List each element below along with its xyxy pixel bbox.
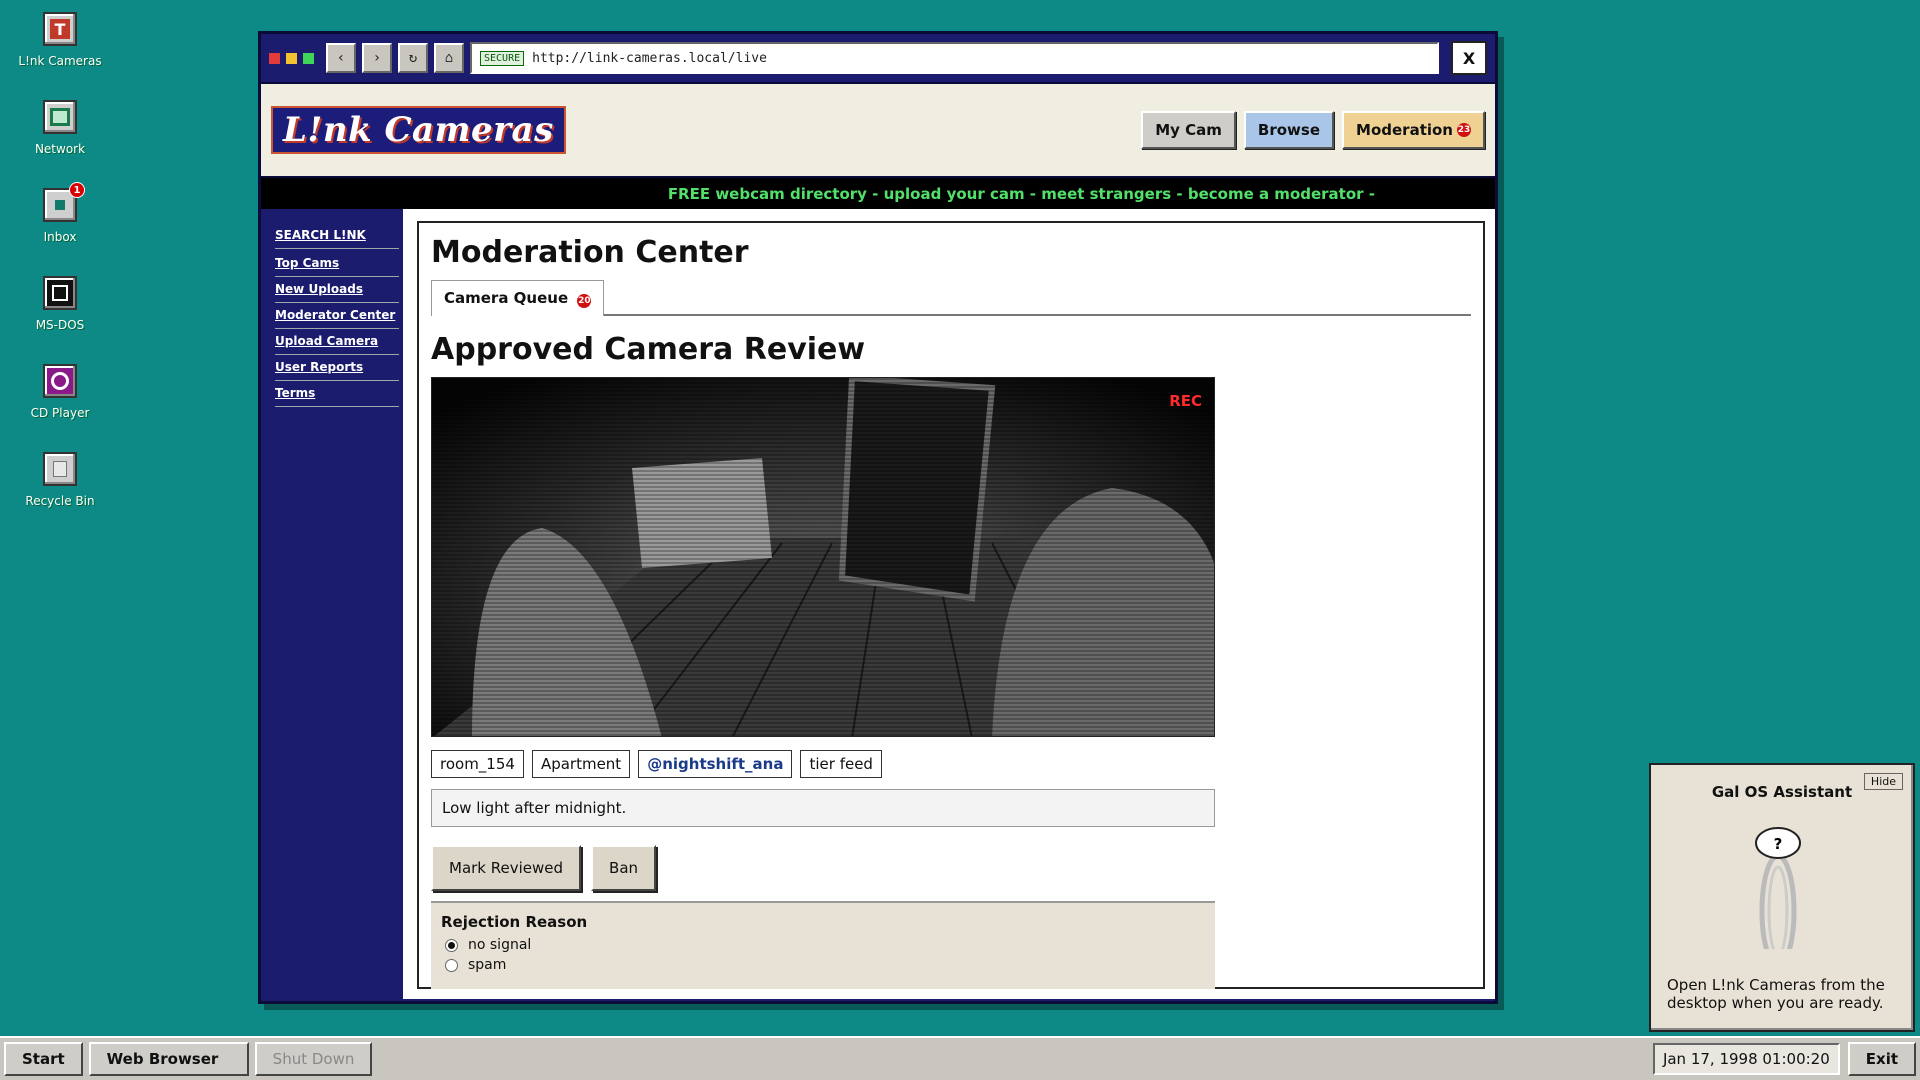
reload-icon: ↻ bbox=[408, 50, 418, 66]
taskbar: Start Web Browser Shut Down Jan 17, 1998… bbox=[0, 1036, 1920, 1080]
desktop-icon-label: Inbox bbox=[43, 230, 77, 244]
maximize-dot[interactable] bbox=[303, 52, 314, 64]
sidebar-item-new-uploads[interactable]: New Uploads bbox=[275, 277, 399, 303]
close-dot[interactable] bbox=[269, 52, 280, 64]
assistant-panel: Hide Gal OS Assistant ? Open L!nk Camera… bbox=[1649, 763, 1915, 1032]
browser-window: ‹ › ↻ ⌂ SECURE http://link-cameras.local… bbox=[258, 31, 1498, 1004]
inbox-badge: 1 bbox=[69, 182, 85, 198]
camera-tags: room_154 Apartment @nightshift_ana tier … bbox=[431, 750, 1471, 778]
tab-label: Camera Queue bbox=[444, 289, 569, 307]
moderation-label: Moderation bbox=[1356, 121, 1453, 139]
tab-camera-queue[interactable]: Camera Queue 20 bbox=[431, 280, 605, 316]
minimize-dot[interactable] bbox=[286, 52, 297, 64]
taskbar-web-browser[interactable]: Web Browser bbox=[88, 1042, 249, 1076]
msdos-icon bbox=[43, 276, 77, 310]
back-icon: ‹ bbox=[336, 50, 346, 66]
reason-option-no-signal[interactable]: no signal bbox=[445, 937, 1205, 953]
desktop-icon-label: MS-DOS bbox=[35, 318, 85, 332]
radio-button[interactable] bbox=[445, 958, 458, 972]
radio-selected-dot bbox=[448, 941, 455, 949]
link-cameras-icon: T bbox=[43, 12, 77, 46]
assistant-paperclip-icon: ? bbox=[1755, 827, 1801, 949]
site-logo[interactable]: L!nk Cameras bbox=[271, 106, 566, 154]
reason-option-spam[interactable]: spam bbox=[445, 957, 1205, 973]
sidebar-item-search[interactable]: SEARCH L!NK bbox=[275, 223, 399, 249]
site-nav: My Cam Browse Moderation 23 bbox=[1141, 111, 1485, 149]
shut-down-button[interactable]: Shut Down bbox=[254, 1042, 373, 1076]
rejection-reason-title: Rejection Reason bbox=[441, 913, 588, 931]
camera-feed-image bbox=[432, 378, 1214, 736]
moderation-panel: Moderation Center Camera Queue 20 Approv… bbox=[417, 221, 1485, 989]
forward-button[interactable]: › bbox=[362, 43, 392, 73]
tag-category: Apartment bbox=[531, 750, 631, 778]
main-content: Moderation Center Camera Queue 20 Approv… bbox=[403, 209, 1495, 999]
desktop-icon-network[interactable]: Network bbox=[0, 100, 120, 188]
sidebar-item-moderator-center[interactable]: Moderator Center bbox=[275, 303, 399, 329]
url-text[interactable]: http://link-cameras.local/live bbox=[532, 51, 767, 66]
reload-button[interactable]: ↻ bbox=[398, 43, 428, 73]
camera-feed: REC bbox=[431, 377, 1215, 737]
desktop-icon-label: Network bbox=[34, 142, 86, 156]
queue-count-badge: 20 bbox=[577, 294, 592, 308]
radio-button[interactable] bbox=[445, 938, 458, 952]
address-bar[interactable]: SECURE http://link-cameras.local/live bbox=[470, 42, 1439, 74]
window-controls bbox=[269, 52, 314, 64]
cd-player-icon bbox=[43, 364, 77, 398]
assistant-title: Gal OS Assistant bbox=[1711, 783, 1853, 801]
desktop-icon-inbox[interactable]: 1 Inbox bbox=[0, 182, 120, 276]
sidebar: SEARCH L!NK Top Cams New Uploads Moderat… bbox=[261, 209, 403, 999]
marquee-ticker: FREE webcam directory - upload your cam … bbox=[261, 178, 1495, 209]
sidebar-item-top-cams[interactable]: Top Cams bbox=[275, 251, 399, 277]
forward-icon: › bbox=[372, 50, 382, 66]
moderation-button[interactable]: Moderation 23 bbox=[1342, 111, 1485, 149]
desktop-icon-label: L!nk Cameras bbox=[18, 54, 102, 68]
exit-button[interactable]: Exit bbox=[1847, 1042, 1916, 1076]
recycle-bin-icon bbox=[43, 452, 77, 486]
sidebar-item-terms[interactable]: Terms bbox=[275, 381, 399, 407]
mark-reviewed-button[interactable]: Mark Reviewed bbox=[431, 845, 582, 891]
desktop-icon-msdos[interactable]: MS-DOS bbox=[0, 276, 120, 364]
browser-toolbar: ‹ › ↻ ⌂ SECURE http://link-cameras.local… bbox=[261, 34, 1495, 84]
desktop-icon-label: CD Player bbox=[30, 406, 90, 420]
site-header: L!nk Cameras My Cam Browse Moderation 23 bbox=[261, 84, 1495, 178]
tag-user-link[interactable]: @nightshift_ana bbox=[638, 750, 793, 778]
desktop-icon-label: Recycle Bin bbox=[25, 494, 95, 508]
ban-button[interactable]: Ban bbox=[591, 845, 657, 891]
tag-room: room_154 bbox=[431, 750, 524, 778]
sidebar-item-upload-camera[interactable]: Upload Camera bbox=[275, 329, 399, 355]
section-title: Approved Camera Review bbox=[431, 332, 866, 367]
review-actions: Mark Reviewed Ban bbox=[431, 845, 1471, 891]
back-button[interactable]: ‹ bbox=[326, 43, 356, 73]
assistant-bubble-text: ? bbox=[1774, 835, 1783, 853]
browser-close-button[interactable]: X bbox=[1451, 41, 1487, 75]
desktop-icon-cd-player[interactable]: CD Player bbox=[0, 364, 120, 452]
desktop-icon-link-cameras[interactable]: T L!nk Cameras bbox=[0, 12, 120, 100]
rejection-reason-box: Rejection Reason no signal spam bbox=[431, 901, 1215, 989]
reason-label: no signal bbox=[468, 937, 532, 953]
home-button[interactable]: ⌂ bbox=[434, 43, 464, 73]
sidebar-item-user-reports[interactable]: User Reports bbox=[275, 355, 399, 381]
desktop-icon-recycle-bin[interactable]: Recycle Bin bbox=[0, 452, 120, 540]
moderation-count-badge: 23 bbox=[1457, 123, 1471, 137]
home-icon: ⌂ bbox=[444, 50, 454, 66]
rec-indicator: REC bbox=[1169, 392, 1202, 410]
network-icon bbox=[43, 100, 77, 134]
my-cam-button[interactable]: My Cam bbox=[1141, 111, 1236, 149]
page-title: Moderation Center bbox=[431, 235, 749, 270]
camera-description: Low light after midnight. bbox=[431, 789, 1215, 827]
tag-tier: tier feed bbox=[800, 750, 882, 778]
assistant-message: Open L!nk Cameras from the desktop when … bbox=[1667, 976, 1885, 1012]
inbox-icon: 1 bbox=[43, 182, 85, 222]
reason-label: spam bbox=[468, 957, 507, 973]
tab-bar: Camera Queue 20 bbox=[431, 278, 1471, 316]
taskbar-tray: Jan 17, 1998 01:00:20 Exit bbox=[1652, 1042, 1916, 1076]
taskbar-clock: Jan 17, 1998 01:00:20 bbox=[1652, 1043, 1840, 1075]
start-button[interactable]: Start bbox=[4, 1042, 83, 1076]
content-row: SEARCH L!NK Top Cams New Uploads Moderat… bbox=[261, 209, 1495, 999]
desktop-icons: T L!nk Cameras Network 1 Inbox MS-DOS CD… bbox=[0, 12, 120, 540]
browse-button[interactable]: Browse bbox=[1243, 111, 1335, 149]
secure-badge: SECURE bbox=[480, 50, 525, 66]
